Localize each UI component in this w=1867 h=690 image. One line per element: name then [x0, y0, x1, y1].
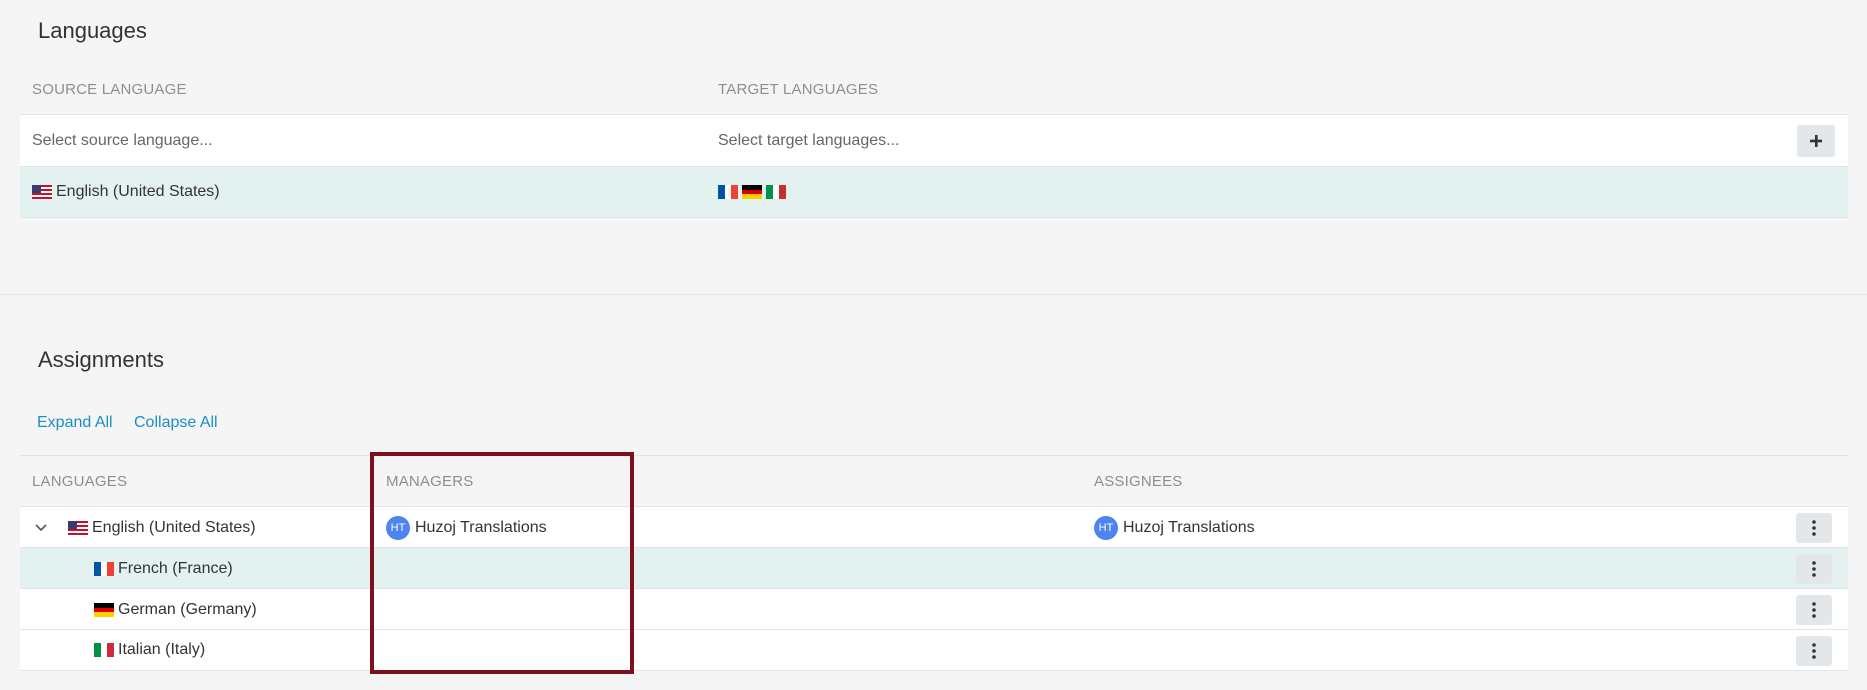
flag-it-icon — [766, 185, 786, 199]
source-language-name: English (United States) — [56, 183, 220, 200]
section-divider — [0, 294, 1867, 295]
target-flags-cell — [718, 167, 790, 217]
table-row[interactable]: German (Germany) — [20, 588, 1848, 630]
assignments-header-row: LANGUAGES MANAGERS ASSIGNEES — [20, 455, 1848, 507]
source-language-cell: English (United States) — [32, 167, 220, 217]
managers-header-cell: MANAGERS — [386, 456, 473, 507]
language-cell: French (France) — [94, 548, 233, 589]
assignees-header-cell: ASSIGNEES — [1094, 456, 1183, 507]
add-language-button[interactable] — [1797, 125, 1835, 157]
table-row[interactable]: Italian (Italy) — [20, 629, 1848, 671]
row-menu-button[interactable] — [1796, 554, 1832, 584]
kebab-menu-icon — [1812, 561, 1816, 577]
assignments-section-title: Assignments — [38, 347, 164, 372]
plus-icon — [1810, 135, 1822, 147]
flag-de-icon — [742, 185, 762, 199]
assignee-name: Huzoj Translations — [1123, 518, 1255, 536]
target-languages-header: TARGET LANGUAGES — [718, 81, 879, 98]
table-row[interactable]: French (France) — [20, 547, 1848, 589]
assignees-header: ASSIGNEES — [1094, 473, 1183, 490]
chevron-down-icon[interactable] — [34, 523, 48, 533]
language-select-row: Select source language... Select target … — [20, 114, 1848, 166]
row-menu-button[interactable] — [1796, 595, 1832, 625]
flag-fr-icon — [718, 185, 738, 199]
languages-section-title: Languages — [38, 18, 147, 43]
row-menu-button[interactable] — [1796, 513, 1832, 543]
flag-fr-icon — [94, 561, 114, 576]
source-language-header: SOURCE LANGUAGE — [32, 81, 187, 98]
expand-all-link[interactable]: Expand All — [37, 414, 113, 432]
kebab-menu-icon — [1812, 643, 1816, 659]
flag-it-icon — [94, 643, 114, 657]
assignee-cell: HT Huzoj Translations — [1094, 507, 1255, 548]
target-languages-select[interactable]: Select target languages... — [718, 115, 899, 166]
language-name: German (Germany) — [118, 600, 257, 618]
avatar: HT — [1094, 515, 1118, 540]
source-language-select[interactable]: Select source language... — [32, 115, 213, 166]
page: Languages SOURCE LANGUAGE TARGET LANGUAG… — [0, 0, 1867, 690]
language-pair-row[interactable]: English (United States) — [20, 166, 1848, 218]
kebab-menu-icon — [1812, 602, 1816, 618]
kebab-menu-icon — [1812, 520, 1816, 536]
source-language-placeholder: Select source language... — [32, 131, 213, 149]
language-cell: English (United States) — [34, 507, 256, 548]
flag-us-icon — [32, 185, 52, 199]
table-row[interactable]: English (United States) HT Huzoj Transla… — [20, 506, 1848, 548]
language-name: French (France) — [118, 559, 233, 577]
languages-header: LANGUAGES — [32, 473, 128, 490]
manager-cell: HT Huzoj Translations — [386, 507, 547, 548]
language-name: English (United States) — [92, 518, 256, 536]
language-cell: German (Germany) — [94, 589, 257, 630]
avatar: HT — [386, 515, 410, 540]
language-cell: Italian (Italy) — [94, 630, 205, 670]
target-languages-placeholder: Select target languages... — [718, 131, 900, 149]
managers-header: MANAGERS — [386, 473, 474, 490]
manager-name: Huzoj Translations — [415, 518, 547, 536]
collapse-all-link[interactable]: Collapse All — [134, 414, 218, 432]
languages-header-cell: LANGUAGES — [32, 456, 127, 507]
flag-us-icon — [68, 520, 88, 535]
row-menu-button[interactable] — [1796, 636, 1832, 666]
flag-de-icon — [94, 602, 114, 617]
language-name: Italian (Italy) — [118, 641, 206, 658]
